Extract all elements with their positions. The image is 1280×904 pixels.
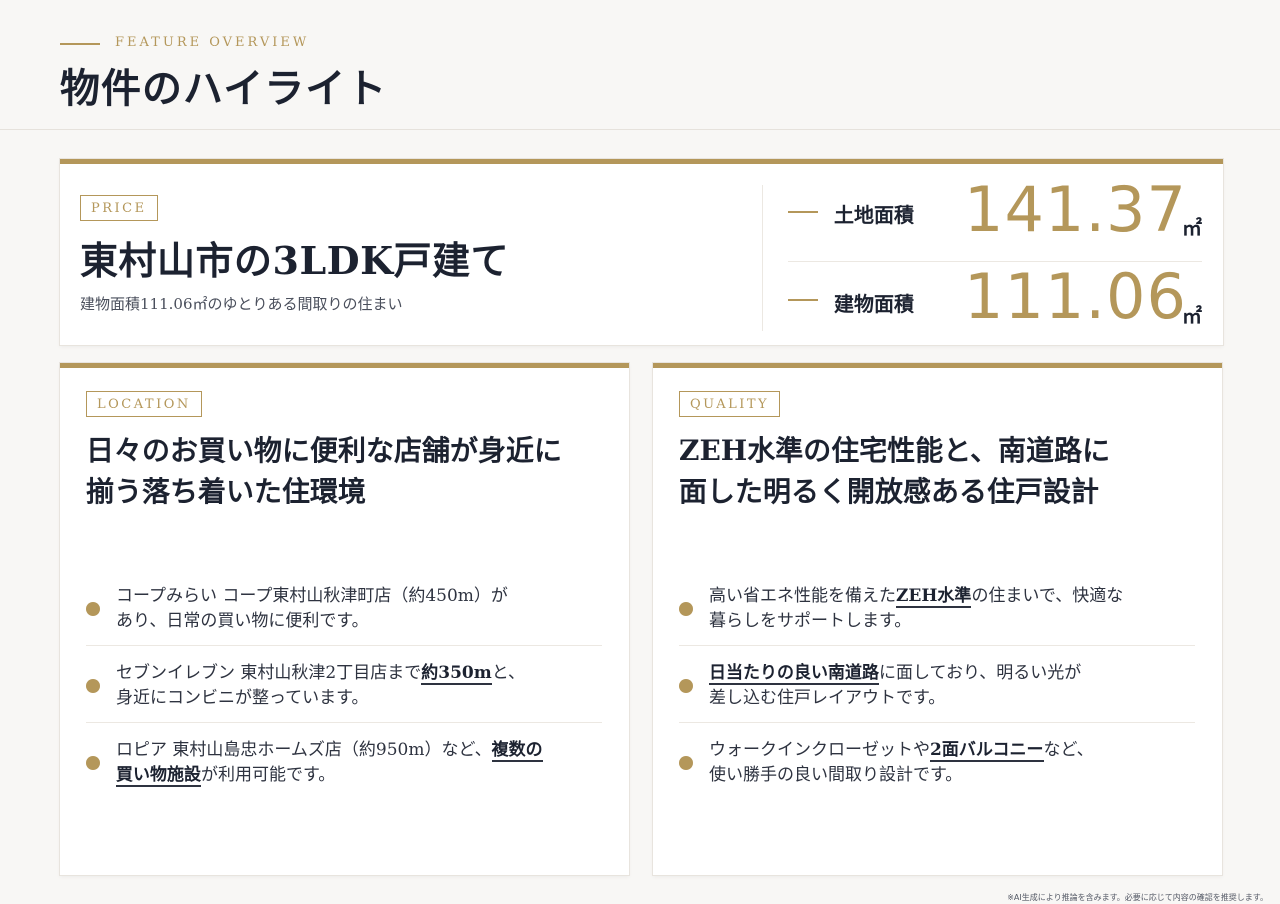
text-segment: 高い省エネ性能を備えた bbox=[709, 586, 896, 606]
stat-dash bbox=[788, 299, 818, 301]
vertical-divider bbox=[762, 185, 763, 331]
list-item: 高い省エネ性能を備えたZEH水準の住まいで、快適な暮らしをサポートします。 bbox=[679, 569, 1195, 646]
property-title: 東村山市の3LDK戸建て bbox=[80, 238, 510, 283]
text-segment: など、 bbox=[1043, 740, 1094, 760]
text-segment: ロピア 東村山島忠ホームズ店（約950m）など、 bbox=[116, 740, 492, 760]
stat-land-area: 土地面積 141.37 ㎡ bbox=[788, 173, 1202, 246]
location-card: LOCATION 日々のお買い物に便利な店舗が身近に 揃う落ち着いた住環境 コー… bbox=[60, 363, 629, 875]
location-tag: LOCATION bbox=[86, 391, 202, 417]
text-segment: の住まいで、快適な bbox=[971, 586, 1124, 606]
bullet-dot-icon bbox=[86, 602, 100, 616]
property-subtitle: 建物面積111.06㎡のゆとりある間取りの住まい bbox=[80, 295, 403, 313]
list-item-text: コープみらい コープ東村山秋津町店（約450m）が あり、日常の買い物に便利です。 bbox=[116, 584, 586, 634]
list-item: ロピア 東村山島忠ホームズ店（約950m）など、複数の買い物施設が利用可能です。 bbox=[86, 723, 602, 800]
bullet-dot-icon bbox=[86, 679, 100, 693]
title-line: 面した明るく開放感ある住戸設計 bbox=[679, 475, 1100, 508]
quality-title: ZEH水準の住宅性能と、南道路に 面した明るく開放感ある住戸設計 bbox=[679, 430, 1209, 512]
eyebrow-line bbox=[60, 43, 100, 45]
stat-value: 141.37 bbox=[964, 173, 1187, 246]
list-item-text: ロピア 東村山島忠ホームズ店（約950m）など、複数の買い物施設が利用可能です。 bbox=[116, 738, 586, 788]
bullet-dot-icon bbox=[679, 756, 693, 770]
highlight-text: 複数の bbox=[491, 740, 543, 762]
text-segment: あり、日常の買い物に便利です。 bbox=[116, 611, 369, 631]
location-list: コープみらい コープ東村山秋津町店（約450m）が あり、日常の買い物に便利です。… bbox=[86, 569, 602, 800]
text-segment: に面しており、明るい光が bbox=[879, 663, 1082, 683]
eyebrow-label: FEATURE OVERVIEW bbox=[115, 35, 310, 50]
stat-dash bbox=[788, 211, 818, 213]
bullet-dot-icon bbox=[679, 679, 693, 693]
text-segment: と、 bbox=[491, 663, 526, 683]
ai-disclaimer: ※AI生成により推論を含みます。必要に応じて内容の確認を推奨します。 bbox=[1007, 893, 1268, 902]
highlight-text: 約350m bbox=[421, 663, 492, 685]
list-item: コープみらい コープ東村山秋津町店（約450m）が あり、日常の買い物に便利です。 bbox=[86, 569, 602, 646]
stat-unit: ㎡ bbox=[1182, 216, 1202, 240]
text-segment: 差し込む住戸レイアウトです。 bbox=[709, 688, 946, 708]
page-header: FEATURE OVERVIEW 物件のハイライト bbox=[0, 0, 1280, 130]
page-title: 物件のハイライト bbox=[60, 65, 388, 112]
list-item-text: セブンイレブン 東村山秋津2丁目店まで約350mと、身近にコンビニが整っています… bbox=[116, 661, 586, 711]
price-tag: PRICE bbox=[80, 195, 158, 221]
bullet-dot-icon bbox=[86, 756, 100, 770]
text-segment: 身近にコンビニが整っています。 bbox=[116, 688, 369, 708]
text-segment: ウォークインクローゼットや bbox=[709, 740, 930, 760]
text-segment: コープみらい コープ東村山秋津町店（約450m）が bbox=[116, 586, 508, 606]
quality-tag: QUALITY bbox=[679, 391, 781, 417]
stat-building-area: 建物面積 111.06 ㎡ bbox=[788, 260, 1202, 333]
highlight-text: 買い物施設 bbox=[116, 765, 201, 787]
title-line: ZEH水準の住宅性能と、南道路に bbox=[679, 434, 1111, 467]
highlight-text: ZEH水準 bbox=[896, 586, 972, 608]
stat-value: 111.06 bbox=[964, 260, 1187, 333]
highlight-text: 2面バルコニー bbox=[930, 740, 1044, 762]
stat-label: 建物面積 bbox=[834, 292, 914, 316]
text-segment: 暮らしをサポートします。 bbox=[709, 611, 912, 631]
list-item: ウォークインクローゼットや2面バルコニーなど、使い勝手の良い間取り設計です。 bbox=[679, 723, 1195, 800]
stat-label: 土地面積 bbox=[834, 203, 914, 227]
highlight-text: 日当たりの良い南道路 bbox=[709, 663, 879, 685]
list-item-text: 日当たりの良い南道路に面しており、明るい光が差し込む住戸レイアウトです。 bbox=[709, 661, 1179, 711]
text-segment: が利用可能です。 bbox=[201, 765, 336, 785]
list-item-text: 高い省エネ性能を備えたZEH水準の住まいで、快適な暮らしをサポートします。 bbox=[709, 584, 1179, 634]
list-item: 日当たりの良い南道路に面しており、明るい光が差し込む住戸レイアウトです。 bbox=[679, 646, 1195, 723]
title-line: 日々のお買い物に便利な店舗が身近に bbox=[86, 434, 563, 467]
list-item: セブンイレブン 東村山秋津2丁目店まで約350mと、身近にコンビニが整っています… bbox=[86, 646, 602, 723]
list-item-text: ウォークインクローゼットや2面バルコニーなど、使い勝手の良い間取り設計です。 bbox=[709, 738, 1179, 788]
title-line: 揃う落ち着いた住環境 bbox=[86, 475, 367, 508]
text-segment: セブンイレブン 東村山秋津2丁目店まで bbox=[116, 663, 422, 683]
bullet-dot-icon bbox=[679, 602, 693, 616]
location-title: 日々のお買い物に便利な店舗が身近に 揃う落ち着いた住環境 bbox=[86, 430, 616, 512]
quality-card: QUALITY ZEH水準の住宅性能と、南道路に 面した明るく開放感ある住戸設計… bbox=[653, 363, 1222, 875]
text-segment: 使い勝手の良い間取り設計です。 bbox=[709, 765, 963, 785]
stat-unit: ㎡ bbox=[1182, 304, 1202, 328]
price-card: PRICE 東村山市の3LDK戸建て 建物面積111.06㎡のゆとりある間取りの… bbox=[60, 159, 1223, 345]
quality-list: 高い省エネ性能を備えたZEH水準の住まいで、快適な暮らしをサポートします。 日当… bbox=[679, 569, 1195, 800]
